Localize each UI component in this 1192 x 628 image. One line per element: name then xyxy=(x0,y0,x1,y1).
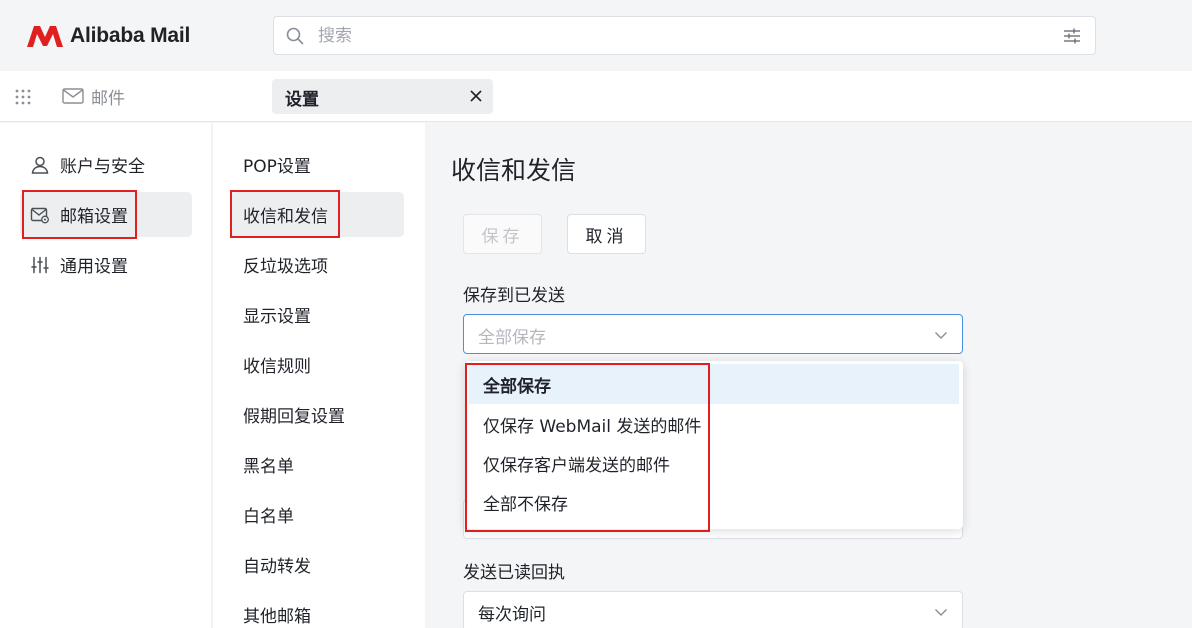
tab-settings-label: 设置 xyxy=(285,90,319,110)
tab-mail-label: 邮件 xyxy=(91,88,125,109)
nav-item-account-security[interactable]: 账户与安全 xyxy=(20,142,192,187)
alibaba-m-logo-icon xyxy=(27,26,63,47)
dropdown-option-save-all[interactable]: 全部保存 xyxy=(469,364,959,404)
app-title: Alibaba Mail xyxy=(70,24,191,47)
read-receipt-label: 发送已读回执 xyxy=(463,563,565,583)
subnav-item-other-mailbox[interactable]: 其他邮箱 xyxy=(230,592,404,628)
filter-options-icon[interactable] xyxy=(1063,27,1081,45)
save-button[interactable]: 保存 xyxy=(463,214,542,254)
nav-item-mailbox-settings[interactable]: 邮箱设置 xyxy=(20,192,192,237)
user-icon xyxy=(31,156,49,174)
search-bar[interactable] xyxy=(273,16,1096,55)
nav-item-general-settings[interactable]: 通用设置 xyxy=(20,242,192,287)
search-icon xyxy=(286,27,304,45)
tab-bar: 邮件 设置 xyxy=(0,71,1192,122)
settings-category-nav: 账户与安全 邮箱设置 通用设置 xyxy=(0,123,212,628)
subnav-item-vacation-reply[interactable]: 假期回复设置 xyxy=(230,392,404,437)
subnav-item-pop[interactable]: POP设置 xyxy=(230,142,404,187)
chevron-down-icon xyxy=(935,609,947,616)
nav-item-label: 账户与安全 xyxy=(60,157,145,177)
nav-item-label: 邮箱设置 xyxy=(60,207,128,227)
save-to-sent-select[interactable]: 全部保存 xyxy=(463,314,963,354)
app-logo[interactable]: Alibaba Mail xyxy=(24,22,190,50)
mailbox-settings-icon xyxy=(30,207,49,223)
subnav-item-inbox-rules[interactable]: 收信规则 xyxy=(230,342,404,387)
save-to-sent-dropdown: 全部保存 仅保存 WebMail 发送的邮件 仅保存客户端发送的邮件 全部不保存 xyxy=(465,361,963,529)
read-receipt-select[interactable]: 每次询问 xyxy=(463,591,963,628)
subnav-item-anti-spam[interactable]: 反垃圾选项 xyxy=(230,242,404,287)
subnav-item-auto-forward[interactable]: 自动转发 xyxy=(230,542,404,587)
sliders-icon xyxy=(31,256,49,273)
subnav-item-whitelist[interactable]: 白名单 xyxy=(230,492,404,537)
cancel-button[interactable]: 取消 xyxy=(567,214,646,254)
save-to-sent-label: 保存到已发送 xyxy=(463,286,565,306)
subnav-item-send-receive[interactable]: 收信和发信 xyxy=(230,192,404,237)
subnav-item-display[interactable]: 显示设置 xyxy=(230,292,404,337)
save-to-sent-value: 全部保存 xyxy=(478,328,546,348)
search-input[interactable] xyxy=(318,17,1018,54)
close-icon[interactable] xyxy=(469,89,483,103)
apps-grid-icon[interactable] xyxy=(14,88,32,106)
subnav-item-blacklist[interactable]: 黑名单 xyxy=(230,442,404,487)
chevron-down-icon xyxy=(935,332,947,339)
envelope-icon xyxy=(62,88,84,104)
dropdown-option-save-none[interactable]: 全部不保存 xyxy=(469,482,959,522)
read-receipt-value: 每次询问 xyxy=(478,605,546,625)
mailbox-settings-subnav: POP设置 收信和发信 反垃圾选项 显示设置 收信规则 假期回复设置 黑名单 白… xyxy=(213,123,425,628)
top-header: Alibaba Mail xyxy=(0,0,1192,71)
dropdown-option-webmail-only[interactable]: 仅保存 WebMail 发送的邮件 xyxy=(469,404,959,444)
dropdown-option-client-only[interactable]: 仅保存客户端发送的邮件 xyxy=(469,443,959,483)
tab-settings[interactable]: 设置 xyxy=(272,79,493,114)
nav-item-label: 通用设置 xyxy=(60,257,128,277)
page-title: 收信和发信 xyxy=(451,156,577,185)
tab-mail[interactable]: 邮件 xyxy=(62,84,125,109)
